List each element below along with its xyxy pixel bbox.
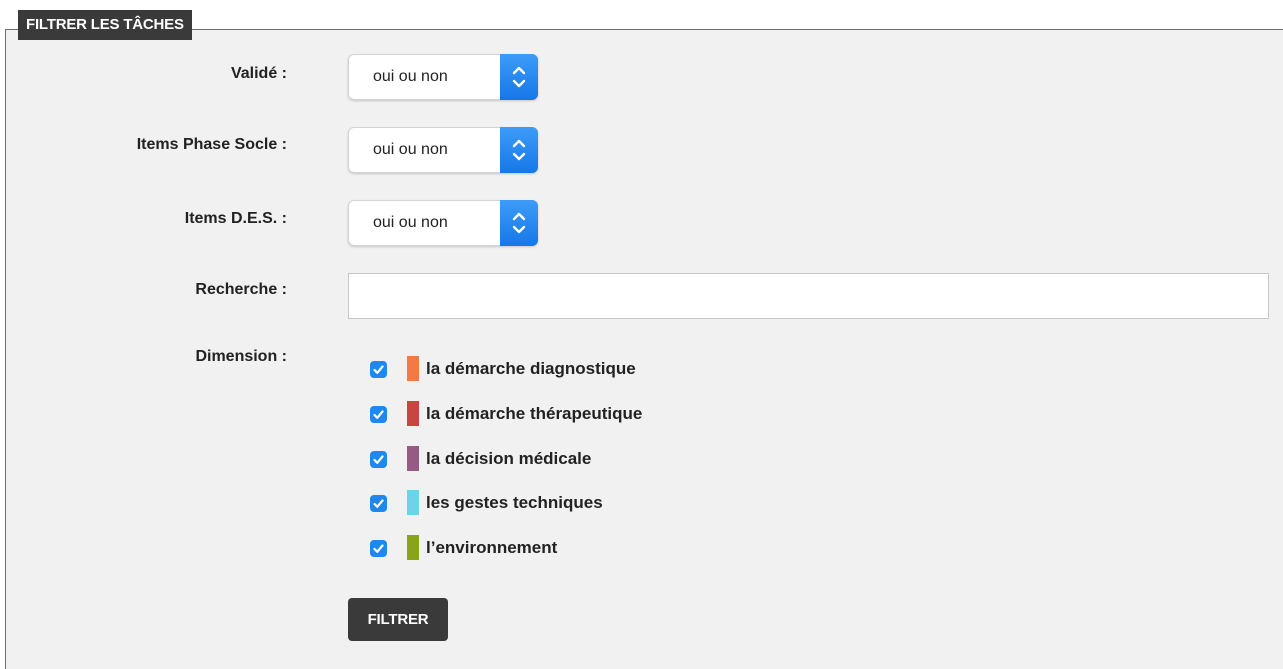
dimension-color-swatch <box>407 535 419 560</box>
filter-button[interactable]: FILTRER <box>348 598 448 641</box>
des-label: Items D.E.S. : <box>184 210 287 227</box>
dimension-option-label: la démarche diagnostique <box>426 359 636 378</box>
select-stepper-icon <box>500 54 538 100</box>
phase-socle-label: Items Phase Socle : <box>136 136 287 153</box>
dimension-option-label: les gestes techniques <box>426 493 603 512</box>
select-stepper-icon <box>500 127 538 173</box>
dimension-color-swatch <box>407 446 419 471</box>
select-stepper-icon <box>500 200 538 246</box>
phase-socle-select[interactable]: oui ou non <box>348 127 538 173</box>
dimension-option-label: la démarche thérapeutique <box>426 404 643 423</box>
checkbox-checked-icon[interactable] <box>370 361 387 378</box>
dimension-color-swatch <box>407 356 419 381</box>
valide-select[interactable]: oui ou non <box>348 54 538 100</box>
checkbox-checked-icon[interactable] <box>370 540 387 557</box>
recherche-input[interactable] <box>348 273 1269 319</box>
valide-select-value: oui ou non <box>373 68 448 85</box>
panel-legend: FILTRER LES TÂCHES <box>18 10 192 40</box>
dimension-color-swatch <box>407 490 419 515</box>
dimension-color-swatch <box>407 401 419 426</box>
checkbox-checked-icon[interactable] <box>370 495 387 512</box>
recherche-label: Recherche : <box>195 281 287 298</box>
checkbox-checked-icon[interactable] <box>370 406 387 423</box>
phase-socle-select-value: oui ou non <box>373 141 448 158</box>
dimension-option-label: l’environnement <box>426 538 558 557</box>
dimension-label: Dimension : <box>195 348 287 365</box>
checkbox-checked-icon[interactable] <box>370 451 387 468</box>
valide-label: Validé : <box>230 65 287 82</box>
dimension-option-label: la décision médicale <box>426 449 592 468</box>
des-select[interactable]: oui ou non <box>348 200 538 246</box>
des-select-value: oui ou non <box>373 214 448 231</box>
